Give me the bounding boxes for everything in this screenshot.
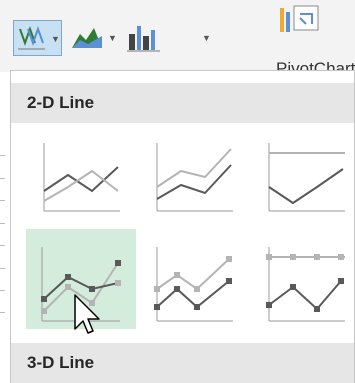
insert-area-chart-button[interactable]: ▼ [66,20,118,56]
insert-line-chart-button[interactable]: ▼ [13,20,62,56]
sheet-gridline [0,223,5,224]
sheet-gridline [0,290,5,291]
dropdown-arrow-icon: ▼ [202,33,211,43]
stacked-line-thumbnail-icon [156,143,233,212]
dropdown-arrow-icon: ▼ [108,33,117,43]
mouse-pointer-icon [74,294,100,334]
sheet-gridline [0,268,5,269]
chart-type-100-stacked-line-with-markers[interactable] [251,229,355,329]
section-2d-line-title: 2-D Line [27,93,95,112]
percent-stacked-line-thumbnail-icon [268,143,345,212]
area-chart-icon [72,28,102,48]
chart-type-stacked-line[interactable] [139,131,249,231]
sheet-gridline [0,155,5,156]
line-chart-gallery: 2-D Line 3-D Line [10,70,355,383]
chart-type-100-stacked-line[interactable] [251,131,355,231]
sheet-gridline [0,178,5,179]
chart-type-line[interactable] [26,131,136,231]
pivot-chart-icon [280,5,319,32]
insert-stock-chart-button[interactable]: ▼ [122,20,211,56]
sheet-gridline [0,312,5,313]
line-chart-thumbnail-icon [43,143,120,212]
percent-stacked-line-with-markers-thumbnail-icon [266,247,345,322]
section-2d-line-header: 2-D Line [11,83,354,123]
sheet-gridline [0,200,5,201]
pivot-chart-button[interactable] [276,4,346,44]
stock-chart-icon [127,26,160,52]
chart-type-stacked-line-with-markers[interactable] [139,229,249,329]
stacked-line-with-markers-thumbnail-icon [154,247,233,322]
dropdown-arrow-icon: ▼ [51,34,60,44]
section-3d-line-header: 3-D Line [11,343,354,383]
insert-ribbon: ▼ ▼ ▼ PivotChart [0,0,355,78]
section-3d-line-title: 3-D Line [27,353,95,372]
sheet-gridline [0,245,5,246]
